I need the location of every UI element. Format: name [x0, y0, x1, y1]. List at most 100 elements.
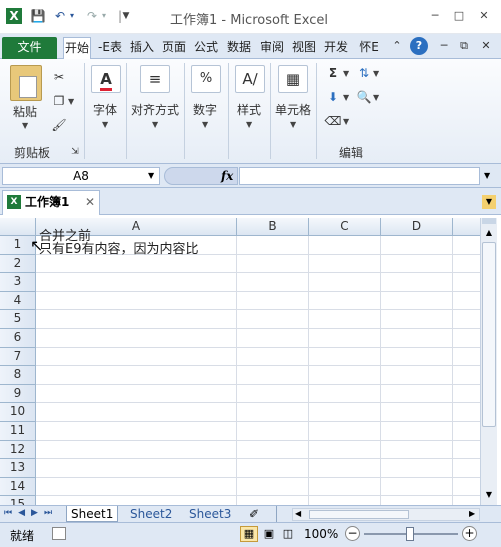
tab-view[interactable]: 视图: [290, 37, 318, 59]
sort-dropdown-icon[interactable]: ▼: [373, 69, 379, 78]
row-header-11[interactable]: 11: [0, 422, 36, 441]
cell-c6[interactable]: [309, 329, 381, 348]
cells-icon[interactable]: ▦: [278, 65, 308, 93]
fill-dropdown-icon[interactable]: ▼: [343, 93, 349, 102]
cell-d7[interactable]: [381, 347, 453, 367]
cell-d9[interactable]: [381, 384, 453, 404]
cell-d4[interactable]: [381, 291, 453, 311]
cell-a3[interactable]: [36, 273, 237, 292]
cell-b12[interactable]: [237, 440, 309, 460]
row-header-4[interactable]: 4: [0, 291, 36, 311]
cell-a7[interactable]: [36, 347, 237, 367]
cell-b7[interactable]: [237, 347, 309, 367]
cell-e4[interactable]: [453, 292, 480, 311]
cell-b15[interactable]: [237, 496, 309, 505]
expand-formula-icon[interactable]: ▼: [484, 171, 490, 180]
cut-icon[interactable]: ✂: [50, 69, 68, 85]
styles-dropdown-icon[interactable]: ▼: [246, 120, 252, 129]
align-icon[interactable]: ≡: [140, 65, 170, 93]
cell-a8[interactable]: [36, 366, 237, 385]
align-label[interactable]: 对齐方式: [131, 101, 179, 118]
copy-dropdown-icon[interactable]: ▼: [68, 97, 74, 106]
cell-b3[interactable]: [237, 273, 309, 292]
cell-c10[interactable]: [309, 403, 381, 422]
number-label[interactable]: 数字: [193, 101, 217, 118]
maximize-icon[interactable]: □: [451, 9, 467, 23]
row-header-6[interactable]: 6: [0, 329, 36, 348]
cell-e13[interactable]: [453, 459, 480, 478]
sheet-tab-2[interactable]: Sheet2: [126, 506, 176, 522]
row-header-13[interactable]: 13: [0, 459, 36, 478]
insert-function-icon[interactable]: fx: [221, 169, 233, 183]
row-header-12[interactable]: 12: [0, 440, 36, 460]
column-header-d[interactable]: D: [381, 218, 453, 236]
tab-formula[interactable]: 公式: [193, 37, 219, 59]
cell-e6[interactable]: [453, 329, 480, 348]
cell-a13[interactable]: [36, 459, 237, 478]
row-header-14[interactable]: 14: [0, 477, 36, 497]
workbook-restore-icon[interactable]: ⧉: [456, 38, 472, 54]
cell-d6[interactable]: [381, 329, 453, 348]
collapse-ribbon-icon[interactable]: ⌃: [389, 38, 405, 54]
cell-b8[interactable]: [237, 366, 309, 385]
cell-b6[interactable]: [237, 329, 309, 348]
cell-a10[interactable]: [36, 403, 237, 422]
cell-a2[interactable]: [36, 254, 237, 274]
spreadsheet-grid[interactable]: A B C D 1 2 3 4 5 6 7 8 9 10 11 12 13 14 15 合并之前 只有E9有…: [0, 218, 480, 505]
format-painter-icon[interactable]: 🖌: [50, 117, 68, 133]
scroll-thumb[interactable]: [482, 242, 496, 427]
cell-d2[interactable]: [381, 254, 453, 274]
excel-icon[interactable]: X: [6, 8, 22, 24]
cell-c13[interactable]: [309, 459, 381, 478]
row-header-8[interactable]: 8: [0, 366, 36, 385]
cells-dropdown-icon[interactable]: ▼: [290, 120, 296, 129]
cell-b9[interactable]: [237, 384, 309, 404]
font-label[interactable]: 字体: [93, 101, 117, 118]
cell-a5[interactable]: [36, 310, 237, 329]
cell-b2[interactable]: [237, 254, 309, 274]
cell-b1[interactable]: [237, 236, 309, 255]
scroll-left-icon[interactable]: ◀: [295, 509, 301, 518]
cell-e1[interactable]: [453, 236, 480, 255]
cell-e10[interactable]: [453, 403, 480, 422]
cell-e11[interactable]: [453, 422, 480, 441]
close-workbook-icon[interactable]: ✕: [85, 191, 95, 213]
cell-d13[interactable]: [381, 459, 453, 478]
font-icon[interactable]: A: [91, 65, 121, 93]
name-box-dropdown-icon[interactable]: ▼: [148, 171, 154, 180]
cell-c7[interactable]: [309, 347, 381, 367]
save-icon[interactable]: 💾: [30, 8, 46, 24]
cell-d15[interactable]: [381, 496, 453, 505]
row-header-9[interactable]: 9: [0, 384, 36, 404]
name-box[interactable]: A8: [2, 167, 160, 185]
cell-d8[interactable]: [381, 366, 453, 385]
cell-a15[interactable]: [36, 496, 237, 505]
cell-b13[interactable]: [237, 459, 309, 478]
row-header-2[interactable]: 2: [0, 254, 36, 274]
workbook-tab[interactable]: X 工作簿1 ✕: [2, 190, 100, 215]
row-header-7[interactable]: 7: [0, 347, 36, 367]
cell-b11[interactable]: [237, 422, 309, 441]
paste-label[interactable]: 粘贴: [13, 103, 37, 120]
scroll-right-icon[interactable]: ▶: [469, 509, 475, 518]
cell-d1[interactable]: [381, 236, 453, 255]
minimize-icon[interactable]: ─: [427, 9, 443, 23]
cell-c15[interactable]: [309, 496, 381, 505]
tab-review[interactable]: 审阅: [258, 37, 286, 59]
row-header-5[interactable]: 5: [0, 310, 36, 329]
tab-page[interactable]: 页面: [160, 37, 188, 59]
fill-icon[interactable]: ⬇: [324, 89, 342, 105]
styles-label[interactable]: 样式: [237, 101, 261, 118]
cell-b10[interactable]: [237, 403, 309, 422]
cell-e7[interactable]: [453, 348, 480, 367]
page-break-icon[interactable]: ◫: [280, 526, 296, 542]
help-icon[interactable]: ?: [410, 37, 428, 55]
find-icon[interactable]: 🔍: [355, 89, 373, 105]
cell-e15[interactable]: [453, 496, 480, 505]
row-header-15[interactable]: 15: [0, 496, 36, 505]
page-layout-icon[interactable]: ▣: [261, 526, 277, 542]
sort-filter-icon[interactable]: ⇅: [355, 65, 373, 81]
horizontal-scrollbar[interactable]: ◀ ▶: [292, 508, 480, 521]
cell-e2[interactable]: [453, 255, 480, 274]
cell-e14[interactable]: [453, 478, 480, 497]
